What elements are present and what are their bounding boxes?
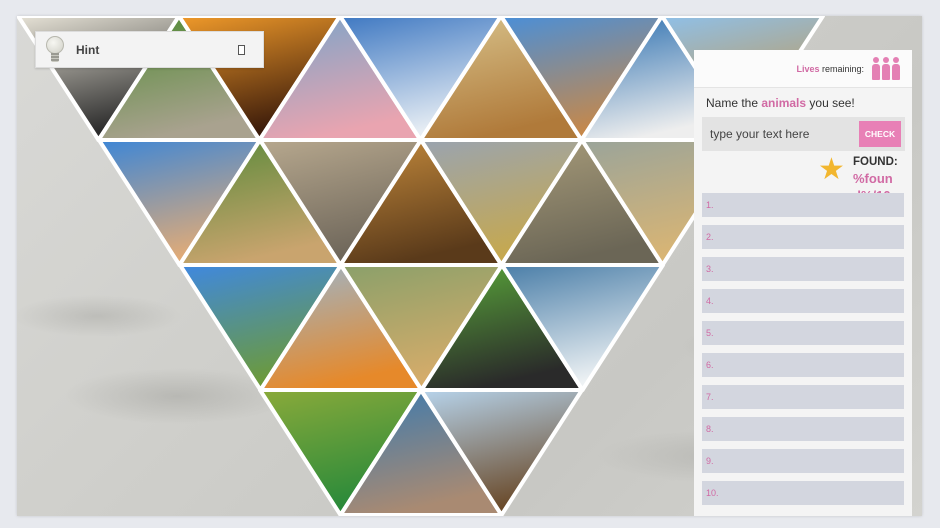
star-icon: ★ bbox=[818, 153, 845, 186]
answer-input[interactable] bbox=[702, 127, 852, 141]
answer-slot: 4. bbox=[702, 289, 904, 313]
answer-slot: 2. bbox=[702, 225, 904, 249]
lives-text: Lives remaining: bbox=[796, 63, 864, 74]
answer-slot: 8. bbox=[702, 417, 904, 441]
answer-slot: 10. bbox=[702, 481, 904, 505]
answer-slot: 5. bbox=[702, 321, 904, 345]
answer-input-row: CHECK bbox=[702, 117, 905, 151]
answer-slot: 9. bbox=[702, 449, 904, 473]
answer-slot: 6. bbox=[702, 353, 904, 377]
hint-bar[interactable]: Hint bbox=[35, 31, 264, 68]
check-button[interactable]: CHECK bbox=[859, 121, 901, 147]
answer-panel: Lives remaining: Name the animals you se… bbox=[694, 50, 912, 516]
answer-slot: 1. bbox=[702, 193, 904, 217]
hint-toggle-icon[interactable] bbox=[238, 45, 245, 55]
hint-label: Hint bbox=[76, 42, 100, 57]
life-person-icon bbox=[882, 57, 890, 80]
found-title: FOUND: bbox=[853, 156, 898, 168]
answer-slot: 3. bbox=[702, 257, 904, 281]
lives-bar: Lives remaining: bbox=[694, 50, 912, 88]
question-prompt: Name the animals you see! bbox=[706, 96, 855, 110]
life-person-icon bbox=[892, 57, 900, 80]
answer-slot: 7. bbox=[702, 385, 904, 409]
life-person-icon bbox=[872, 57, 880, 80]
lightbulb-icon bbox=[44, 35, 66, 64]
